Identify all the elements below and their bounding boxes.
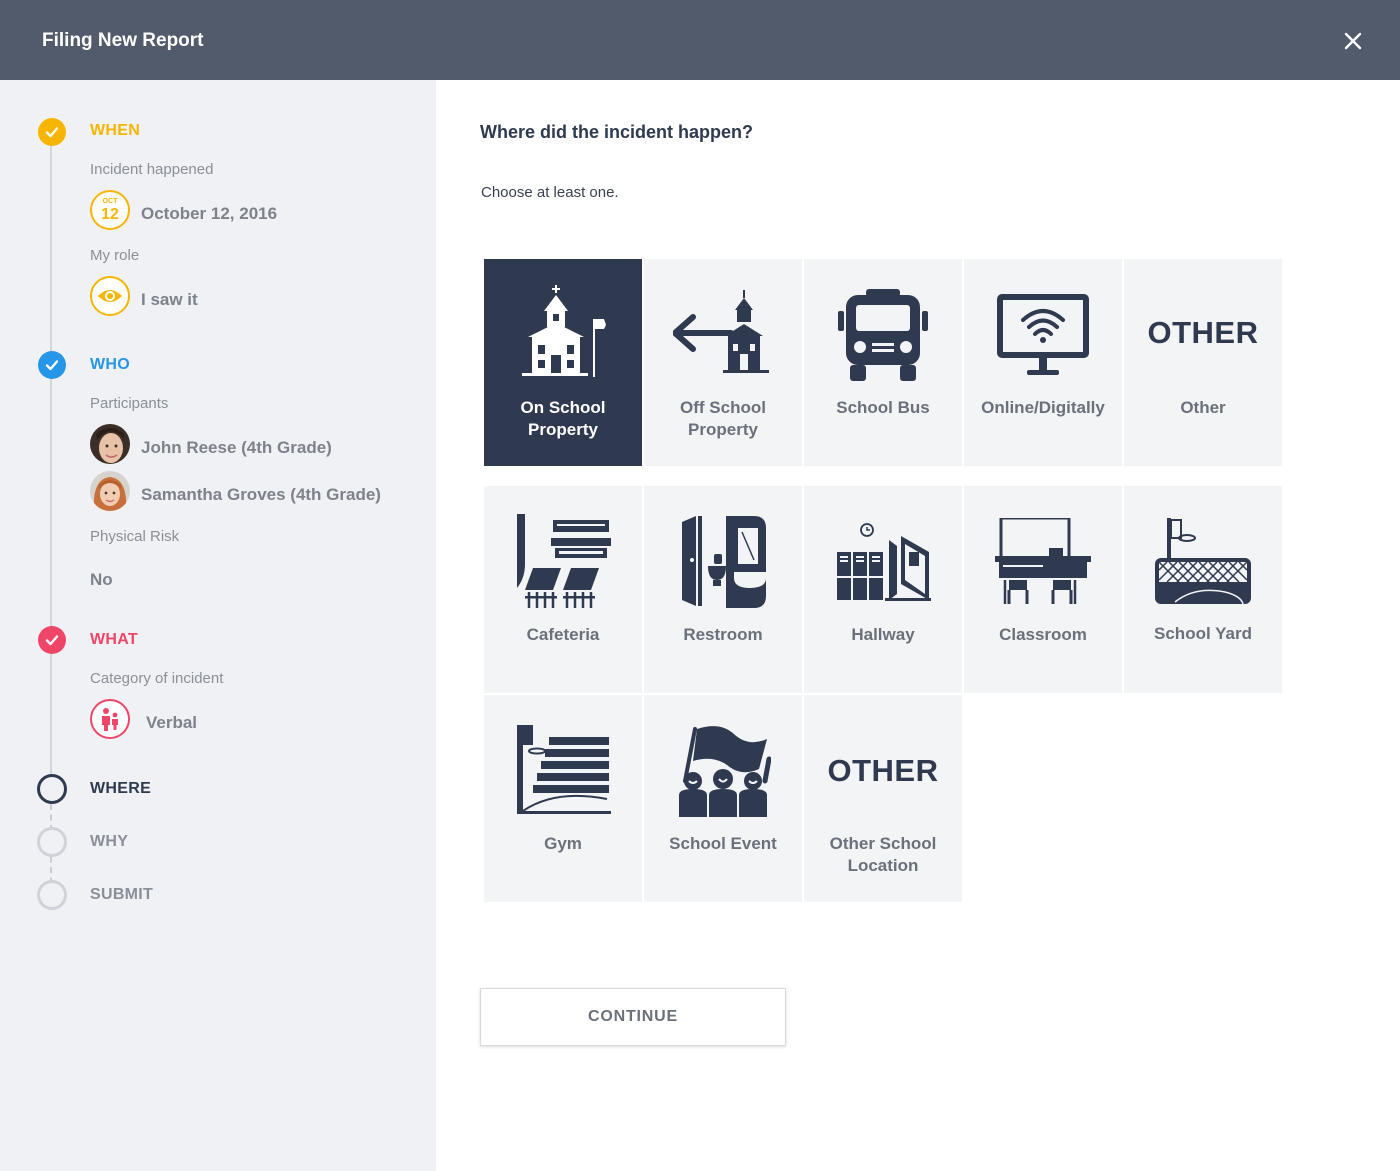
calendar-icon: OCT 12 xyxy=(90,190,130,230)
step-where-current-indicator xyxy=(37,774,67,804)
other-text-icon: OTHER xyxy=(827,753,939,788)
step-who-check-icon xyxy=(38,351,66,379)
incident-happened-label: Incident happened xyxy=(90,161,214,178)
step-what-title[interactable]: WHAT xyxy=(90,631,138,649)
close-icon xyxy=(1344,32,1362,50)
location-option-online-digitally[interactable]: Online/Digitally xyxy=(964,259,1122,466)
location-option-school-yard[interactable]: School Yard xyxy=(1124,486,1282,693)
category-label: Category of incident xyxy=(90,670,224,687)
location-option-on-school-property[interactable]: On School Property xyxy=(484,259,642,466)
close-button[interactable] xyxy=(1340,28,1366,54)
school-bus-icon xyxy=(833,285,933,385)
eye-icon xyxy=(90,276,130,316)
my-role-label: My role xyxy=(90,247,140,264)
option-label: School Event xyxy=(669,834,777,853)
option-label: Online/Digitally xyxy=(981,398,1105,417)
location-option-hallway[interactable]: Hallway xyxy=(804,486,962,693)
step-who-title[interactable]: WHO xyxy=(90,356,130,374)
step-what-check-icon xyxy=(38,626,66,654)
header-bar: Filing New Report xyxy=(0,0,1400,80)
option-label: Off School Property xyxy=(680,398,766,439)
participant-2-name: Samantha Groves (4th Grade) xyxy=(141,485,381,504)
step-when-check-icon xyxy=(38,118,66,146)
option-label: Classroom xyxy=(999,625,1087,644)
cafeteria-icon xyxy=(513,512,613,612)
progress-sidebar: WHEN Incident happened OCT 12 October 12… xyxy=(0,80,436,1171)
step-submit-title[interactable]: SUBMIT xyxy=(90,886,153,904)
step-why-indicator xyxy=(37,827,67,857)
step-where-title[interactable]: WHERE xyxy=(90,780,151,798)
other-text-icon: OTHER xyxy=(1147,315,1259,350)
question-heading: Where did the incident happen? xyxy=(480,122,754,142)
off-school-arrow-icon xyxy=(673,285,773,385)
page-title: Filing New Report xyxy=(42,30,204,51)
avatar-john-reese xyxy=(90,424,130,464)
location-option-school-bus[interactable]: School Bus xyxy=(804,259,962,466)
hint-text: Choose at least one. xyxy=(481,184,619,201)
option-label: Other xyxy=(1180,398,1226,417)
step-when-title[interactable]: WHEN xyxy=(90,122,140,140)
physical-risk-label: Physical Risk xyxy=(90,528,180,545)
school-yard-icon xyxy=(1153,512,1253,612)
school-building-icon xyxy=(513,285,613,385)
school-event-icon xyxy=(673,721,773,821)
option-label: Restroom xyxy=(683,625,763,644)
location-option-off-school-property[interactable]: Off School Property xyxy=(644,259,802,466)
location-option-cafeteria[interactable]: Cafeteria xyxy=(484,486,642,693)
calendar-month: OCT xyxy=(102,198,118,205)
option-label: Hallway xyxy=(851,625,915,644)
my-role-value: I saw it xyxy=(141,290,198,309)
incident-date-value: October 12, 2016 xyxy=(141,204,278,223)
calendar-day: 12 xyxy=(101,206,119,223)
option-label: On School Property xyxy=(520,398,606,439)
option-label: Cafeteria xyxy=(526,625,600,644)
gym-bleachers-icon xyxy=(513,721,613,821)
option-label: School Yard xyxy=(1154,624,1252,643)
location-option-classroom[interactable]: Classroom xyxy=(964,486,1122,693)
physical-risk-value: No xyxy=(90,570,113,589)
step-why-title[interactable]: WHY xyxy=(90,833,128,851)
restroom-icon xyxy=(673,512,773,612)
option-label: School Bus xyxy=(836,398,930,417)
option-label: Other School Location xyxy=(829,834,937,875)
location-option-other-school-location[interactable]: OTHER Other School Location xyxy=(804,695,962,902)
location-option-gym[interactable]: Gym xyxy=(484,695,642,902)
location-option-school-event[interactable]: School Event xyxy=(644,695,802,902)
continue-button[interactable]: CONTINUE xyxy=(480,988,786,1046)
location-option-restroom[interactable]: Restroom xyxy=(644,486,802,693)
participants-label: Participants xyxy=(90,395,169,412)
hallway-lockers-icon xyxy=(833,512,933,612)
classroom-icon xyxy=(993,512,1093,612)
verbal-incident-icon xyxy=(90,699,130,739)
participant-1-name: John Reese (4th Grade) xyxy=(141,438,332,457)
avatar-samantha-groves xyxy=(90,471,130,511)
step-submit-indicator xyxy=(37,880,67,910)
main-content: Where did the incident happen? Choose at… xyxy=(436,80,1400,1171)
timeline-line xyxy=(50,144,52,788)
wifi-monitor-icon xyxy=(993,285,1093,385)
category-value: Verbal xyxy=(146,713,198,732)
option-label: Gym xyxy=(544,834,582,853)
location-option-other[interactable]: OTHER Other xyxy=(1124,259,1282,466)
